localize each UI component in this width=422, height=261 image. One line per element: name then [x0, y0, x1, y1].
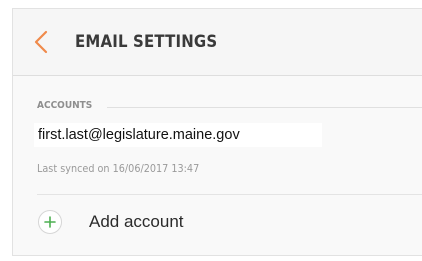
list-divider — [37, 194, 422, 195]
account-email: first.last@legislature.maine.gov — [38, 127, 240, 143]
back-button[interactable] — [31, 29, 53, 55]
last-synced-text: Last synced on 16/06/2017 13:47 — [37, 163, 200, 175]
page-title: EMAIL SETTINGS — [75, 32, 218, 52]
add-account-label: Add account — [89, 212, 184, 231]
settings-content: ACCOUNTS first.last@legislature.maine.go… — [13, 76, 422, 255]
plus-icon — [38, 210, 62, 234]
email-settings-screen: EMAIL SETTINGS ACCOUNTS first.last@legis… — [12, 8, 422, 256]
account-list-item[interactable]: first.last@legislature.maine.gov Last sy… — [13, 120, 422, 194]
app-bar: EMAIL SETTINGS — [13, 9, 422, 76]
add-account-button[interactable]: Add account — [13, 202, 422, 248]
section-divider — [107, 107, 422, 108]
accounts-section-heading: ACCOUNTS — [37, 100, 93, 111]
account-email-container: first.last@legislature.maine.gov — [34, 123, 322, 147]
chevron-left-icon — [31, 29, 53, 55]
